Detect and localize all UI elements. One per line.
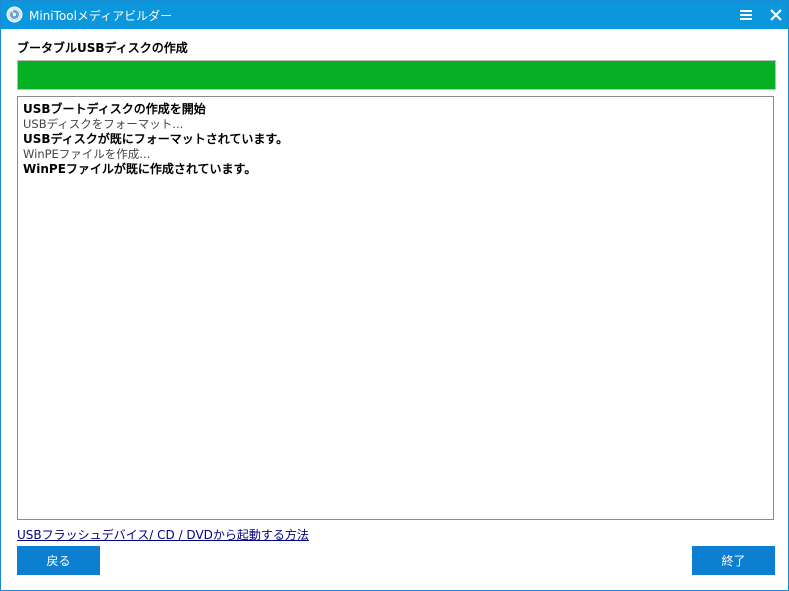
title-bar: MiniToolメディアビルダー	[1, 1, 788, 29]
finish-button[interactable]: 終了	[692, 546, 775, 575]
progress-bar	[17, 60, 776, 90]
close-icon	[770, 9, 782, 21]
close-button[interactable]	[765, 5, 787, 25]
log-line: WinPEファイルが既に作成されています。	[23, 162, 257, 176]
page-heading: ブータブルUSBディスクの作成	[17, 41, 188, 55]
log-line: USBディスクをフォーマット...	[23, 117, 184, 131]
menu-button[interactable]	[735, 5, 757, 25]
back-button[interactable]: 戻る	[17, 546, 100, 575]
progress-bar-fill	[18, 61, 775, 89]
media-builder-window: MiniToolメディアビルダー ブータブルUSBディスクの作成 USBブートデ…	[0, 0, 789, 591]
log-line: USBディスクが既にフォーマットされています。	[23, 132, 289, 146]
disc-icon	[6, 6, 23, 23]
window-title: MiniToolメディアビルダー	[29, 9, 173, 23]
log-line: USBブートディスクの作成を開始	[23, 102, 206, 116]
hamburger-menu-icon	[740, 10, 752, 20]
log-output-box[interactable]: USBブートディスクの作成を開始 USBディスクをフォーマット... USBディスク…	[17, 96, 774, 520]
log-line: WinPEファイルを作成...	[23, 147, 151, 161]
help-link[interactable]: USBフラッシュデバイス/ CD / DVDから起動する方法	[17, 526, 309, 543]
